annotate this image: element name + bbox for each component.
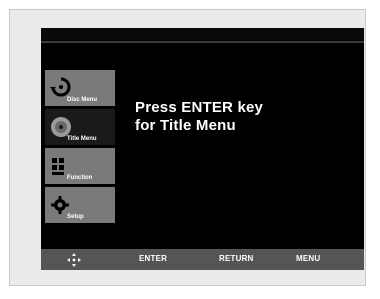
menu-button[interactable]: MENU (296, 254, 320, 263)
menu-item-setup[interactable]: Setup (45, 187, 115, 223)
menu-item-title-menu[interactable]: Title Menu (45, 109, 115, 145)
enter-button[interactable]: ENTER (139, 254, 167, 263)
menu-item-label: Title Menu (67, 136, 97, 142)
osd-screen: Disc Menu Title Menu Function Setup Pres… (41, 28, 364, 270)
menu-item-function[interactable]: Function (45, 148, 115, 184)
menu-item-label: Setup (67, 214, 84, 220)
footer-bar: ENTER RETURN MENU (41, 249, 364, 270)
title-menu-message: Press ENTER key for Title Menu (135, 99, 263, 135)
top-band (41, 28, 364, 40)
menu-sidebar: Disc Menu Title Menu Function Setup (45, 70, 115, 226)
menu-item-disc-menu[interactable]: Disc Menu (45, 70, 115, 106)
message-line-1: Press ENTER key (135, 99, 264, 116)
navigation-arrows-icon[interactable] (67, 253, 81, 267)
top-divider (41, 41, 364, 43)
menu-item-label: Function (67, 175, 93, 181)
return-button[interactable]: RETURN (219, 254, 254, 263)
message-line-2: for Title Menu (135, 117, 236, 134)
menu-item-label: Disc Menu (67, 97, 98, 103)
